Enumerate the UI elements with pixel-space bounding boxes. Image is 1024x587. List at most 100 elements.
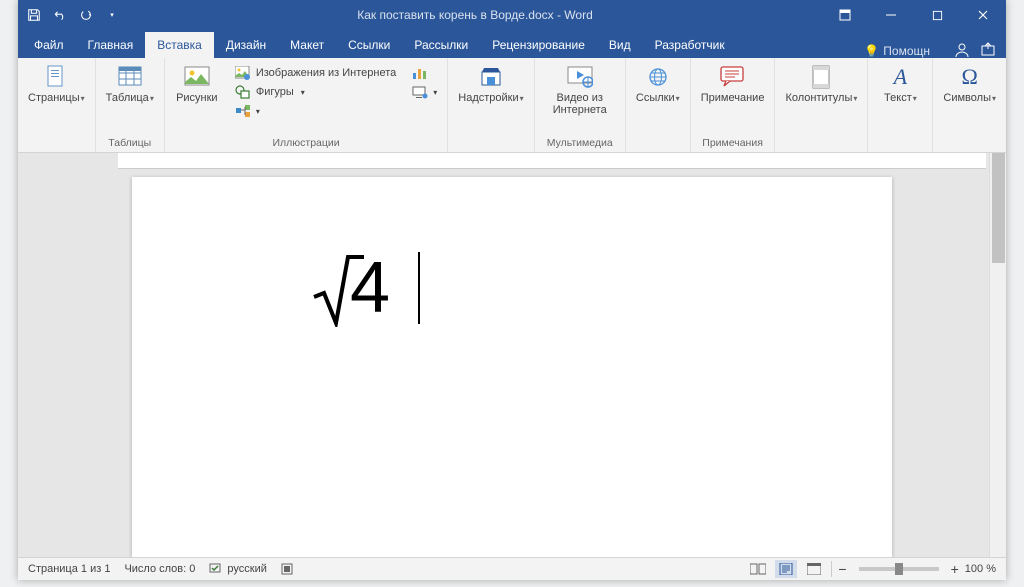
tab-developer[interactable]: Разработчик xyxy=(643,32,737,58)
ribbon-display-options[interactable] xyxy=(822,0,868,30)
header-icon xyxy=(808,64,834,90)
tab-review[interactable]: Рецензирование xyxy=(480,32,597,58)
online-video-button[interactable]: Видео из Интернета xyxy=(541,62,619,118)
shapes-icon xyxy=(235,84,251,100)
shapes-button[interactable]: Фигуры▾ xyxy=(231,83,400,101)
chart-button[interactable] xyxy=(408,64,441,82)
pictures-button[interactable]: Рисунки xyxy=(171,62,223,106)
zoom-level[interactable]: 100 % xyxy=(965,563,996,575)
group-text: A Текст xyxy=(868,58,933,152)
group-label-comments: Примечания xyxy=(702,135,763,152)
tab-mailings[interactable]: Рассылки xyxy=(402,32,480,58)
share-icon[interactable] xyxy=(980,42,996,58)
group-label xyxy=(55,135,58,152)
text-cursor xyxy=(418,252,420,324)
equation[interactable]: 4 xyxy=(312,247,420,329)
group-illustrations: Рисунки Изображения из Интернета Фигуры▾… xyxy=(165,58,448,152)
comment-button[interactable]: Примечание xyxy=(697,62,769,106)
store-icon xyxy=(478,64,504,90)
separator xyxy=(831,561,832,577)
window-title: Как поставить корень в Ворде.docx - Word xyxy=(128,8,822,22)
save-icon[interactable] xyxy=(26,7,42,23)
tab-references[interactable]: Ссылки xyxy=(336,32,402,58)
online-picture-icon xyxy=(235,65,251,81)
group-label xyxy=(656,135,659,152)
user-area xyxy=(944,42,1006,58)
omega-icon: Ω xyxy=(957,64,983,90)
video-icon xyxy=(567,64,593,90)
scrollbar-thumb[interactable] xyxy=(992,153,1005,263)
addins-button[interactable]: Надстройки xyxy=(454,62,527,107)
tab-view[interactable]: Вид xyxy=(597,32,643,58)
group-label-illustrations: Иллюстрации xyxy=(272,135,339,152)
window-controls xyxy=(822,0,1006,30)
tab-layout[interactable]: Макет xyxy=(278,32,336,58)
app-window: ▾ Как поставить корень в Ворде.docx - Wo… xyxy=(18,0,1006,580)
group-label-media: Мультимедиа xyxy=(547,135,613,152)
view-print-layout[interactable] xyxy=(775,560,797,578)
group-header-footer: Колонтитулы xyxy=(775,58,868,152)
minimize-button[interactable] xyxy=(868,0,914,30)
vertical-scrollbar[interactable] xyxy=(989,153,1006,557)
maximize-button[interactable] xyxy=(914,0,960,30)
group-label xyxy=(899,135,902,152)
document-area: 4 xyxy=(18,153,1006,557)
chart-icon xyxy=(412,65,428,81)
header-footer-button[interactable]: Колонтитулы xyxy=(781,62,861,107)
status-macro[interactable] xyxy=(281,563,293,575)
screenshot-button[interactable]: ▾ xyxy=(408,83,441,101)
view-read-mode[interactable] xyxy=(747,560,769,578)
zoom-in-button[interactable]: + xyxy=(951,561,959,577)
status-bar: Страница 1 из 1 Число слов: 0 русский − … xyxy=(18,557,1006,580)
picture-icon xyxy=(184,64,210,90)
text-button[interactable]: A Текст xyxy=(874,62,926,107)
zoom-out-button[interactable]: − xyxy=(838,561,846,577)
symbols-button[interactable]: Ω Символы xyxy=(939,62,1000,107)
horizontal-ruler[interactable] xyxy=(118,153,986,169)
screenshot-icon xyxy=(412,84,428,100)
ribbon: Страницы Таблица Таблицы Рисунки xyxy=(18,58,1006,153)
group-addins: Надстройки xyxy=(448,58,534,152)
zoom-slider-knob[interactable] xyxy=(895,563,903,575)
smartart-icon xyxy=(235,103,251,119)
group-links: Ссылки xyxy=(626,58,691,152)
account-icon[interactable] xyxy=(954,42,970,58)
group-label-tables: Таблицы xyxy=(108,135,151,152)
group-media: Видео из Интернета Мультимедиа xyxy=(535,58,626,152)
tab-design[interactable]: Дизайн xyxy=(214,32,278,58)
group-pages: Страницы xyxy=(18,58,96,152)
table-icon xyxy=(117,64,143,90)
smartart-button[interactable]: ▾ xyxy=(231,102,400,120)
group-label xyxy=(820,135,823,152)
status-page[interactable]: Страница 1 из 1 xyxy=(28,563,110,575)
close-button[interactable] xyxy=(960,0,1006,30)
status-word-count[interactable]: Число слов: 0 xyxy=(124,563,195,575)
textbox-icon: A xyxy=(887,64,913,90)
page-icon xyxy=(43,64,69,90)
group-symbols: Ω Символы xyxy=(933,58,1006,152)
tab-insert[interactable]: Вставка xyxy=(145,32,214,58)
lightbulb-icon: 💡 xyxy=(864,44,879,58)
redo-icon[interactable] xyxy=(78,7,94,23)
tab-file[interactable]: Файл xyxy=(22,32,76,58)
tell-me-search[interactable]: 💡 Помощн xyxy=(856,44,938,58)
comment-icon xyxy=(720,64,746,90)
view-web-layout[interactable] xyxy=(803,560,825,578)
link-icon xyxy=(645,64,671,90)
equation-value: 4 xyxy=(350,247,390,329)
group-comments: Примечание Примечания xyxy=(691,58,776,152)
qat-dropdown-icon[interactable]: ▾ xyxy=(104,7,120,23)
spellcheck-icon xyxy=(209,563,223,575)
undo-icon[interactable] xyxy=(52,7,68,23)
table-button[interactable]: Таблица xyxy=(102,62,158,107)
tab-home[interactable]: Главная xyxy=(76,32,146,58)
status-language[interactable]: русский xyxy=(209,563,266,575)
page[interactable]: 4 xyxy=(132,177,892,557)
macro-icon xyxy=(281,563,293,575)
quick-access-toolbar: ▾ xyxy=(18,7,128,23)
pages-button[interactable]: Страницы xyxy=(24,62,89,107)
links-button[interactable]: Ссылки xyxy=(632,62,684,107)
online-pictures-button[interactable]: Изображения из Интернета xyxy=(231,64,400,82)
zoom-slider[interactable] xyxy=(859,567,939,571)
ribbon-tabs: Файл Главная Вставка Дизайн Макет Ссылки… xyxy=(18,30,1006,58)
